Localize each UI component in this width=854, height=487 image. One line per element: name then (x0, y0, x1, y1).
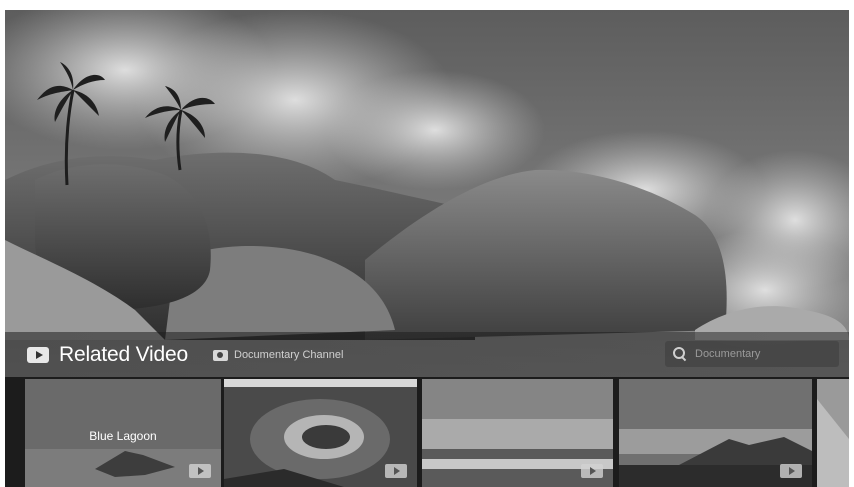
video-thumbnail[interactable] (817, 379, 849, 487)
search-box[interactable] (665, 341, 839, 367)
related-video-bar: Related Video Documentary Channel (5, 332, 849, 377)
camera-icon (213, 349, 228, 361)
video-thumbnail[interactable]: Blue Lagoon (25, 379, 221, 487)
thumbnail-title: Blue Lagoon (89, 429, 157, 443)
section-header: Related Video (27, 341, 188, 369)
tv-screen: Related Video Documentary Channel Blue L… (5, 10, 849, 487)
play-icon (581, 464, 603, 478)
play-icon (189, 464, 211, 478)
thumbnail-image (817, 379, 849, 487)
search-input[interactable] (695, 348, 825, 360)
channel-link[interactable]: Documentary Channel (213, 346, 343, 364)
search-icon[interactable] (673, 347, 687, 361)
play-icon (780, 464, 802, 478)
video-thumbnail[interactable] (619, 379, 812, 487)
play-icon (27, 347, 49, 363)
section-title: Related Video (59, 343, 188, 366)
video-thumbnail[interactable] (224, 379, 417, 487)
channel-label: Documentary Channel (234, 349, 344, 361)
thumbnail-strip: Blue Lagoon (5, 377, 849, 487)
video-thumbnail[interactable] (422, 379, 613, 487)
play-icon (385, 464, 407, 478)
